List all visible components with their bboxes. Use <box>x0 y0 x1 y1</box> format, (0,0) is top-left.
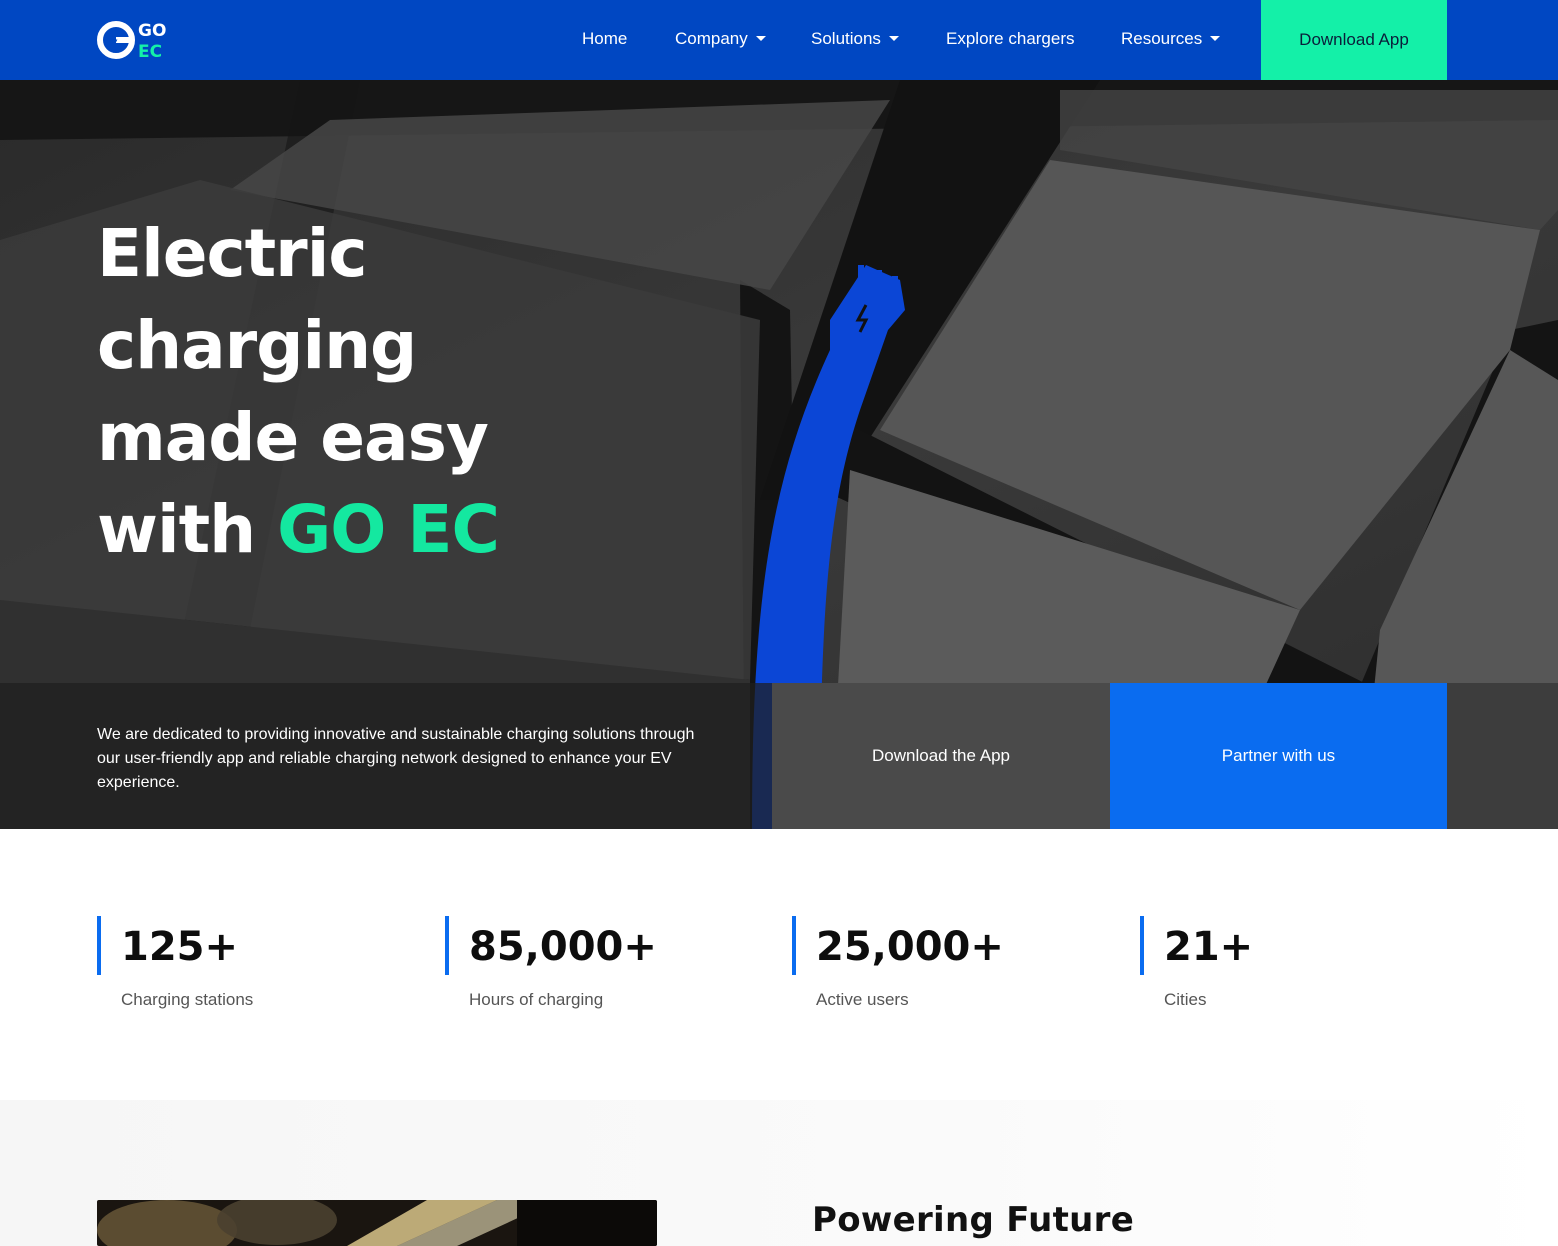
stat-label: Hours of charging <box>469 990 604 1009</box>
stat-cities: 21+ Cities <box>1140 916 1440 1026</box>
section-image <box>97 1200 657 1246</box>
partner-with-us-button[interactable]: Partner with us <box>1110 683 1447 829</box>
hero-title-accent: GO EC <box>277 491 500 568</box>
nav-home[interactable]: Home <box>582 28 627 50</box>
svg-text:EC: EC <box>138 42 162 62</box>
stat-accent-bar <box>1140 916 1144 975</box>
hero-title-line1: Electric <box>97 215 367 292</box>
stat-label: Active users <box>816 990 909 1009</box>
chevron-down-icon <box>755 36 766 41</box>
nav-explore-chargers[interactable]: Explore chargers <box>946 28 1075 50</box>
nav-solutions-label: Solutions <box>811 29 881 48</box>
nav-explore-chargers-label: Explore chargers <box>946 29 1075 48</box>
hero-right-band <box>1447 683 1558 829</box>
hero-bottom-bar: We are dedicated to providing innovative… <box>0 683 1558 829</box>
chevron-down-icon <box>888 36 899 41</box>
nav-company-label: Company <box>675 29 748 48</box>
chevron-down-icon <box>1210 36 1221 41</box>
hero-title-line3: made easy <box>97 399 489 476</box>
stat-value: 25,000+ <box>816 924 1004 970</box>
hero-title-line4: with <box>97 491 278 568</box>
stat-accent-bar <box>97 916 101 975</box>
go-ec-logo[interactable]: GO EC <box>96 18 180 62</box>
download-app-button[interactable]: Download App <box>1261 0 1447 80</box>
hero-section: Electric charging made easy with GO EC W… <box>0 80 1558 829</box>
stat-accent-bar <box>445 916 449 975</box>
powering-future-section <box>0 1100 1558 1246</box>
nav-resources[interactable]: Resources <box>1121 28 1221 50</box>
section-title: Powering Future <box>812 1200 1135 1240</box>
stat-charging-stations: 125+ Charging stations <box>97 916 397 1026</box>
stat-label: Charging stations <box>121 990 254 1009</box>
nav-solutions[interactable]: Solutions <box>811 28 899 50</box>
hero-description: We are dedicated to providing innovative… <box>97 726 695 791</box>
stat-value: 85,000+ <box>469 924 657 970</box>
hero-title-line2: charging <box>97 307 417 384</box>
nav-home-label: Home <box>582 29 628 48</box>
nav-resources-label: Resources <box>1121 29 1203 48</box>
stat-value: 125+ <box>121 924 239 970</box>
stat-label: Cities <box>1164 990 1207 1009</box>
stat-hours-of-charging: 85,000+ Hours of charging <box>445 916 745 1026</box>
top-navbar: GO EC Home Company Solutions Explore cha… <box>0 0 1558 80</box>
stat-active-users: 25,000+ Active users <box>792 916 1092 1026</box>
svg-text:GO: GO <box>138 21 166 41</box>
nav-company[interactable]: Company <box>675 28 766 50</box>
hero-title: Electric charging made easy with GO EC <box>97 208 717 576</box>
stat-accent-bar <box>792 916 796 975</box>
stat-value: 21+ <box>1164 924 1254 970</box>
download-the-app-button[interactable]: Download the App <box>772 683 1110 829</box>
hero-description-band: We are dedicated to providing innovative… <box>0 683 772 829</box>
